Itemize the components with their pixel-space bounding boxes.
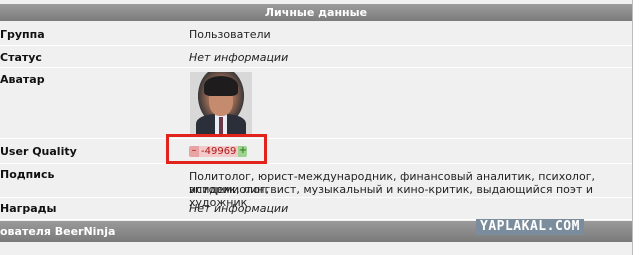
highlight-box <box>166 134 267 164</box>
row-label: Группа <box>0 28 45 41</box>
row-label: Награды <box>0 202 57 215</box>
row-label: Статус <box>0 51 42 64</box>
row-label: Аватар <box>0 73 45 86</box>
avatar <box>190 72 252 135</box>
profile-row-avatar: Аватар <box>0 68 632 139</box>
profile-panel: Личные данные Группа Пользователи Статус… <box>0 0 633 255</box>
row-label: User Quality <box>0 145 77 158</box>
status-value: Нет информации <box>189 51 289 64</box>
profile-row-awards: Награды Нет информации <box>0 198 632 220</box>
watermark-logo: YAPLAKAL.COM <box>476 219 584 235</box>
section-header: Личные данные <box>0 4 632 21</box>
group-value: Пользователи <box>189 28 271 41</box>
profile-row-status: Статус Нет информации <box>0 46 632 68</box>
profile-row-signature: Подпись Политолог, юрист-международник, … <box>0 165 632 209</box>
profile-row-group: Группа Пользователи <box>0 24 632 46</box>
row-label: Подпись <box>0 168 55 181</box>
profile-row-quality: User Quality <box>0 140 632 164</box>
awards-value: Нет информации <box>189 202 289 215</box>
